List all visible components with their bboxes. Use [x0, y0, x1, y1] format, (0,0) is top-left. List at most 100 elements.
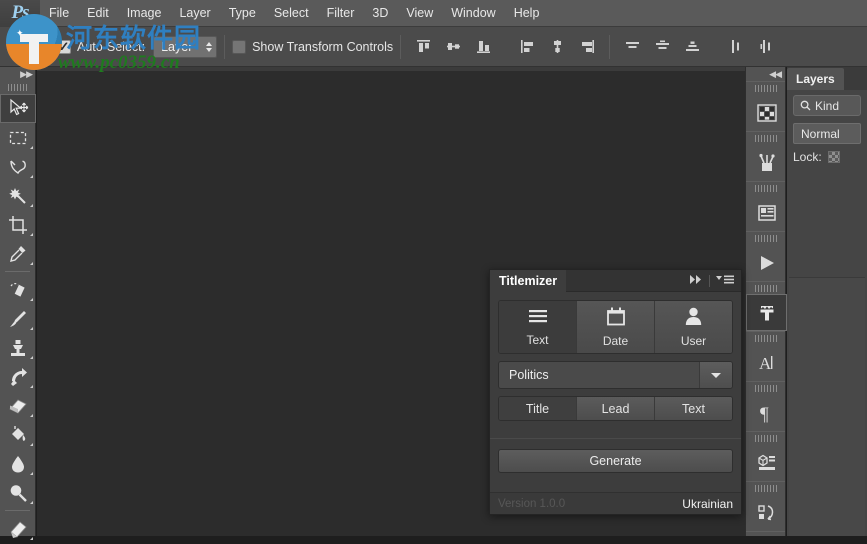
tool-clone-stamp[interactable] [0, 333, 36, 362]
mode-tab-text[interactable]: Text [499, 301, 577, 353]
auto-select-target-dropdown[interactable]: Layer [153, 36, 217, 58]
panel-menu-icon[interactable] [715, 274, 735, 288]
mode-tab-user[interactable]: User [655, 301, 732, 353]
tool-eyedropper[interactable] [0, 239, 36, 268]
layer-filter-kind-dropdown[interactable]: Kind [793, 95, 861, 116]
dock-grip[interactable] [746, 381, 785, 394]
layers-filter-row: Kind [787, 90, 867, 116]
menu-item-window[interactable]: Window [442, 0, 504, 27]
distribute-top-edges-button[interactable] [617, 33, 647, 61]
tool-rectangular-marquee[interactable] [0, 123, 36, 152]
align-left-edges-button[interactable] [512, 33, 542, 61]
tool-preset-picker[interactable] [6, 34, 40, 60]
tool-crop[interactable] [0, 210, 36, 239]
flyout-corner-icon [30, 501, 33, 504]
generate-button[interactable]: Generate [498, 449, 733, 473]
distribute-horizontal-centers-button[interactable] [751, 33, 781, 61]
photoshop-logo: Ps [0, 0, 40, 27]
brush-presets-panel-button[interactable] [746, 144, 787, 181]
show-transform-controls-checkbox[interactable] [232, 40, 246, 54]
dock-grip[interactable] [746, 331, 785, 344]
menu-item-image[interactable]: Image [118, 0, 171, 27]
dock-grip[interactable] [746, 481, 785, 494]
tools-panel: ▶▶ [0, 67, 36, 536]
language-label[interactable]: Ukrainian [682, 497, 733, 511]
dock-item-brush-presets [746, 131, 785, 181]
paragraph-panel-button[interactable]: ¶ [746, 394, 787, 431]
menu-item-file[interactable]: File [40, 0, 78, 27]
tab-layers[interactable]: Layers [787, 68, 844, 90]
align-vertical-centers-button[interactable] [438, 33, 468, 61]
menu-item-select[interactable]: Select [265, 0, 318, 27]
3d-panel-button[interactable] [746, 444, 787, 481]
dock-item-history-actions [746, 481, 785, 531]
color-swatches-panel-button[interactable] [746, 94, 787, 131]
layers-panel: Layers Kind Normal Lock: [787, 67, 867, 536]
part-tab-lead[interactable]: Lead [577, 397, 655, 420]
layers-blend-row: Normal [787, 116, 867, 144]
dock-grip[interactable] [746, 181, 785, 194]
dock-grip[interactable] [746, 281, 785, 294]
flyout-corner-icon [30, 175, 33, 178]
menu-item-layer[interactable]: Layer [170, 0, 219, 27]
part-tab-title[interactable]: Title [499, 397, 577, 420]
tool-lasso[interactable] [0, 152, 36, 181]
align-horizontal-centers-button[interactable] [542, 33, 572, 61]
titlemizer-header-controls [688, 274, 741, 288]
collapse-to-icons-icon[interactable] [688, 274, 704, 288]
distribute-left-edges-button[interactable] [721, 33, 751, 61]
align-right-edges-button[interactable] [572, 33, 602, 61]
character-panel-button[interactable]: A [746, 344, 787, 381]
flyout-corner-icon [30, 472, 33, 475]
dock-grip-end [746, 531, 785, 544]
options-bar: ✓ Auto-Select: Layer Show Transform Cont… [0, 27, 867, 67]
menu-item-type[interactable]: Type [220, 0, 265, 27]
tool-move[interactable] [0, 94, 36, 123]
align-top-edges-button[interactable] [408, 33, 438, 61]
distribute-vertical-centers-button[interactable] [647, 33, 677, 61]
timeline-play-panel-button[interactable] [746, 244, 787, 281]
dock-expand-icon[interactable]: ◀◀ [746, 67, 785, 81]
tool-spot-healing-brush[interactable] [0, 275, 36, 304]
blend-mode-dropdown[interactable]: Normal [793, 123, 861, 144]
part-tab-text[interactable]: Text [655, 397, 732, 420]
tool-dodge[interactable] [0, 478, 36, 507]
category-select[interactable]: Politics [498, 361, 733, 389]
align-bottom-edges-button[interactable] [468, 33, 498, 61]
text-lines-icon [526, 308, 550, 328]
tool-paint-bucket[interactable] [0, 420, 36, 449]
toolbar-collapse-icon[interactable]: ▶▶ [0, 67, 35, 81]
properties-panel-button[interactable] [746, 194, 787, 231]
svg-text:¶: ¶ [760, 404, 769, 424]
dock-grip[interactable] [746, 131, 785, 144]
toolbar-drag-grip[interactable] [0, 81, 35, 94]
dock-grip[interactable] [746, 231, 785, 244]
grip-dots-icon [755, 185, 777, 192]
menu-item-edit[interactable]: Edit [78, 0, 118, 27]
menu-item-help[interactable]: Help [505, 0, 549, 27]
dock-grip[interactable] [746, 431, 785, 444]
tool-brush[interactable] [0, 304, 36, 333]
lock-transparent-pixels-button[interactable] [828, 151, 840, 163]
menu-item-3d[interactable]: 3D [363, 0, 397, 27]
history-actions-panel-button[interactable] [746, 494, 787, 531]
auto-select-checkbox[interactable]: ✓ [57, 40, 71, 54]
titlemizer-header: Titlemizer [490, 270, 741, 292]
distribute-bottom-edges-button[interactable] [677, 33, 707, 61]
stepper-arrows-icon [206, 42, 212, 52]
titlemizer-panel-button[interactable] [746, 294, 787, 331]
tool-blur[interactable] [0, 449, 36, 478]
menu-item-filter[interactable]: Filter [318, 0, 364, 27]
grip-dots-icon [755, 135, 777, 142]
menu-item-view[interactable]: View [397, 0, 442, 27]
tool-history-brush[interactable] [0, 362, 36, 391]
tool-magic-wand[interactable] [0, 181, 36, 210]
chevron-down-icon[interactable] [699, 362, 732, 388]
mode-tab-date[interactable]: Date [577, 301, 655, 353]
layers-list[interactable] [789, 277, 865, 536]
dock-grip[interactable] [746, 81, 785, 94]
tool-eraser[interactable] [0, 391, 36, 420]
options-divider-4 [609, 35, 610, 59]
titlemizer-tab-title[interactable]: Titlemizer [490, 270, 566, 292]
tool-pen[interactable] [0, 514, 36, 543]
